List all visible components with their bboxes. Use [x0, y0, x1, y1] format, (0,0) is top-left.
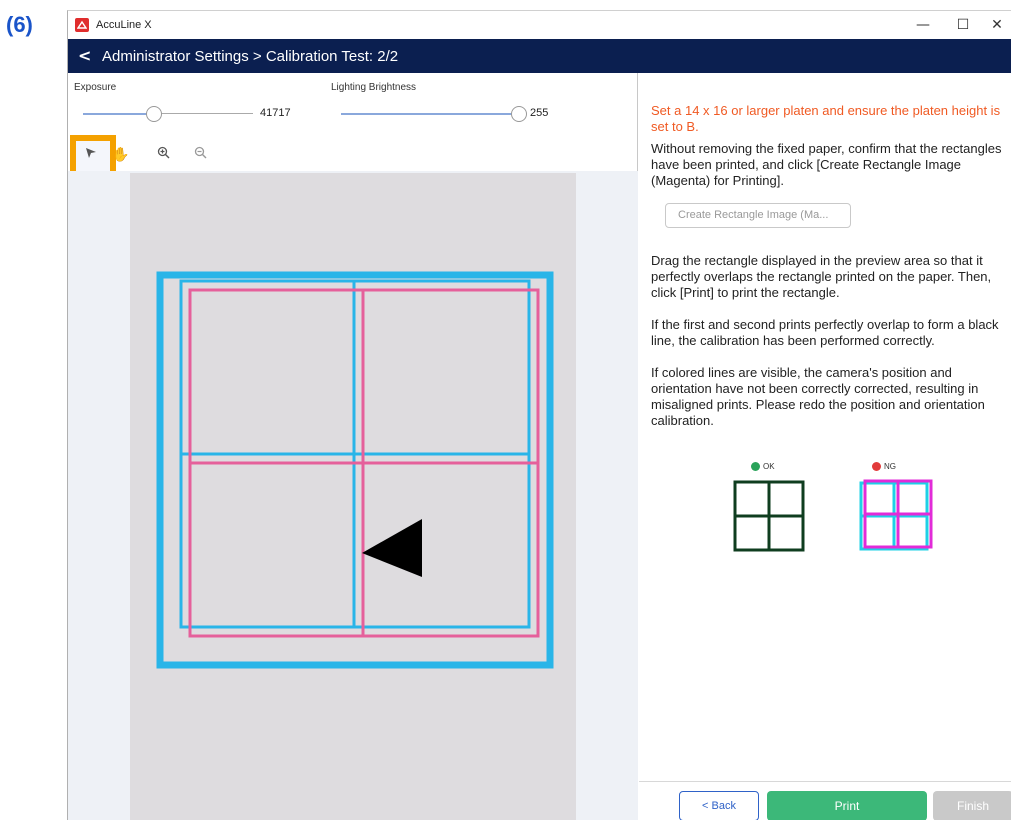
create-rectangle-image-button[interactable]: Create Rectangle Image (Ma...	[665, 203, 851, 228]
exposure-slider-fill	[83, 113, 153, 115]
finish-button[interactable]: Finish	[933, 791, 1011, 820]
minimize-button[interactable]: —	[908, 15, 938, 35]
lighting-brightness-label: Lighting Brightness	[331, 82, 417, 93]
check-circle-icon	[751, 462, 760, 472]
exposure-label: Exposure	[74, 82, 117, 93]
platen-warning-text: Set a 14 x 16 or larger platen and ensur…	[651, 103, 1001, 134]
footer-bar: < Back Print Finish	[639, 781, 1011, 820]
title-bar: AccuLine X — ☐ ✕	[68, 11, 1011, 39]
calibration-success-text: If the first and second prints perfectly…	[651, 317, 999, 348]
page-title: Administrator Settings > Calibration Tes…	[102, 48, 399, 65]
acculine-app-icon	[75, 18, 89, 32]
instructions-pane: Set a 14 x 16 or larger platen and ensur…	[639, 73, 1011, 820]
brightness-value: 255	[530, 107, 549, 119]
app-title: AccuLine X	[96, 19, 152, 31]
x-circle-icon	[872, 462, 881, 472]
arrow-pointer-icon[interactable]	[82, 146, 100, 164]
paper-preview[interactable]	[130, 173, 576, 820]
ok-example-graphic	[733, 480, 805, 552]
close-button[interactable]: ✕	[982, 15, 1011, 35]
confirm-print-text: Without removing the fixed paper, confir…	[651, 141, 1002, 188]
hand-icon[interactable]: ✋	[112, 146, 130, 164]
calibration-failure-text: If colored lines are visible, the camera…	[651, 365, 985, 428]
maximize-button[interactable]: ☐	[948, 15, 978, 35]
zoom-in-icon[interactable]	[154, 146, 172, 164]
app-window: AccuLine X — ☐ ✕ < Administrator Setting…	[67, 10, 1011, 820]
zoom-out-icon[interactable]	[191, 146, 209, 164]
exposure-value: 41717	[260, 107, 291, 119]
header-bar: < Administrator Settings > Calibration T…	[68, 39, 1011, 73]
step-label: (6)	[6, 12, 33, 37]
exposure-slider-track	[153, 113, 253, 114]
ng-example-label: NG	[872, 462, 896, 472]
ok-example-label: OK	[751, 462, 775, 472]
brightness-slider-knob[interactable]	[511, 106, 527, 122]
chevron-left-icon[interactable]: <	[78, 46, 91, 65]
ng-example-graphic	[859, 479, 933, 551]
brightness-slider-fill	[341, 113, 521, 115]
annotation-arrow	[362, 519, 422, 577]
drag-rectangle-text: Drag the rectangle displayed in the prev…	[651, 253, 992, 300]
back-button[interactable]: < Back	[679, 791, 759, 820]
print-button[interactable]: Print	[767, 791, 927, 820]
exposure-slider-knob[interactable]	[146, 106, 162, 122]
preview-pane: Exposure 41717 Lighting Brightness 255 ✋	[68, 73, 638, 820]
